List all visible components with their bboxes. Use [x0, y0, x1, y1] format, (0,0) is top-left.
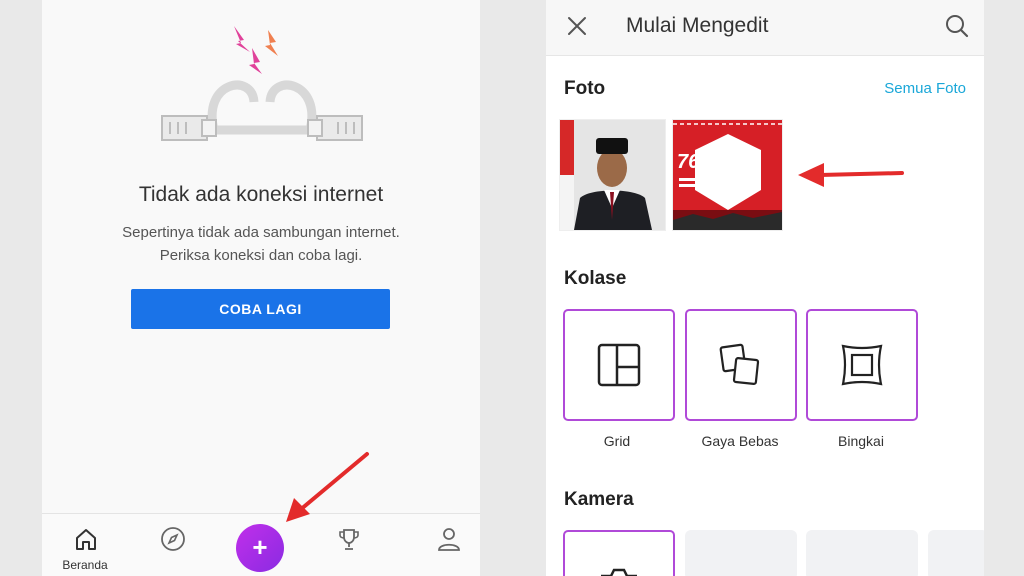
- photos-section-title: Foto: [564, 78, 606, 99]
- home-icon: [76, 529, 96, 550]
- collage-freestyle-tile[interactable]: [685, 309, 797, 421]
- grid-layout-icon: [597, 343, 641, 387]
- profile-icon: [438, 528, 460, 551]
- compass-icon: [161, 527, 185, 551]
- camera-section-title: Kamera: [564, 489, 634, 510]
- retry-button[interactable]: COBA LAGI: [131, 289, 390, 329]
- camera-tile[interactable]: [563, 530, 675, 576]
- collage-frame-tile[interactable]: [806, 309, 918, 421]
- collage-label-frame: Bingkai: [838, 433, 884, 449]
- portrait-photo: [560, 120, 665, 230]
- search-icon[interactable]: [944, 13, 970, 39]
- red-arrow-annotation: [798, 163, 904, 187]
- svg-text:76: 76: [677, 151, 700, 173]
- no-connection-screen: Tidak ada koneksi internet Sepertinya ti…: [42, 0, 480, 576]
- error-line-1: Sepertinya tidak ada sambungan internet.: [122, 224, 400, 241]
- create-fab-button[interactable]: +: [236, 524, 284, 572]
- independence-frame-photo: 76: [673, 120, 782, 230]
- trophy-icon: [339, 529, 359, 550]
- photo-thumbnail-1[interactable]: [559, 119, 666, 231]
- collage-section-title: Kolase: [564, 268, 627, 289]
- close-icon[interactable]: [566, 15, 588, 37]
- error-title: Tidak ada koneksi internet: [138, 183, 384, 206]
- photo-thumbnail-2[interactable]: 76: [672, 119, 783, 231]
- collage-label-freestyle: Gaya Bebas: [701, 433, 779, 449]
- camera-placeholder-tile[interactable]: [928, 530, 984, 576]
- nav-profile[interactable]: [418, 514, 478, 576]
- start-editing-screen: Mulai Mengedit Foto Semua Foto 76 Kolase…: [546, 0, 984, 576]
- collage-grid-tile[interactable]: [563, 309, 675, 421]
- top-bar: Mulai Mengedit: [546, 0, 984, 56]
- camera-placeholder-tile[interactable]: [685, 530, 797, 576]
- nav-explore[interactable]: [142, 514, 202, 576]
- error-line-2: Periksa koneksi dan coba lagi.: [159, 247, 363, 264]
- camera-placeholder-tile[interactable]: [806, 530, 918, 576]
- freestyle-icon: [719, 343, 760, 385]
- page-title: Mulai Mengedit: [626, 14, 769, 37]
- red-arrow-annotation: [286, 452, 369, 522]
- error-description: Sepertinya tidak ada sambungan internet.…: [82, 221, 440, 267]
- camera-icon: [601, 568, 637, 576]
- all-photos-link[interactable]: Semua Foto: [884, 80, 966, 97]
- disconnected-cable-icon: [161, 26, 363, 141]
- collage-label-grid: Grid: [603, 433, 631, 449]
- nav-home-label: Beranda: [62, 558, 108, 572]
- frame-icon: [841, 344, 883, 386]
- nav-home[interactable]: Beranda: [55, 514, 115, 576]
